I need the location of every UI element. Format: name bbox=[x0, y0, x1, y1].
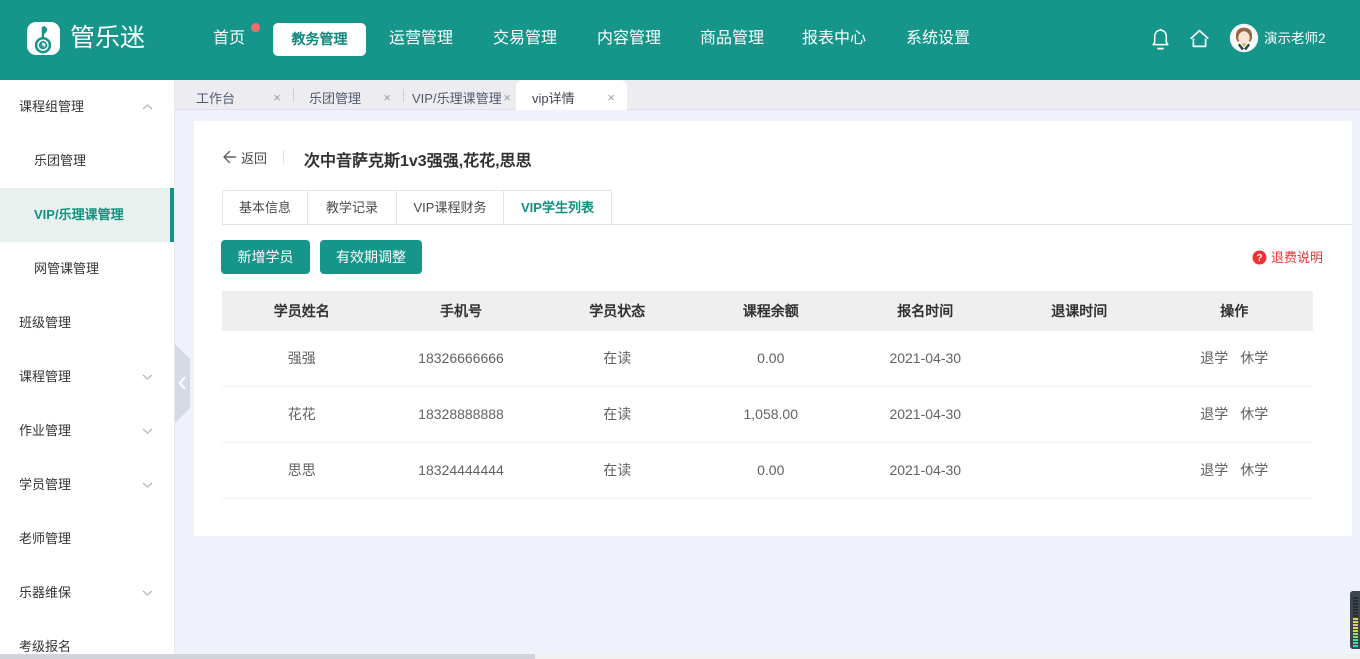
svg-text:?: ? bbox=[1256, 253, 1262, 264]
